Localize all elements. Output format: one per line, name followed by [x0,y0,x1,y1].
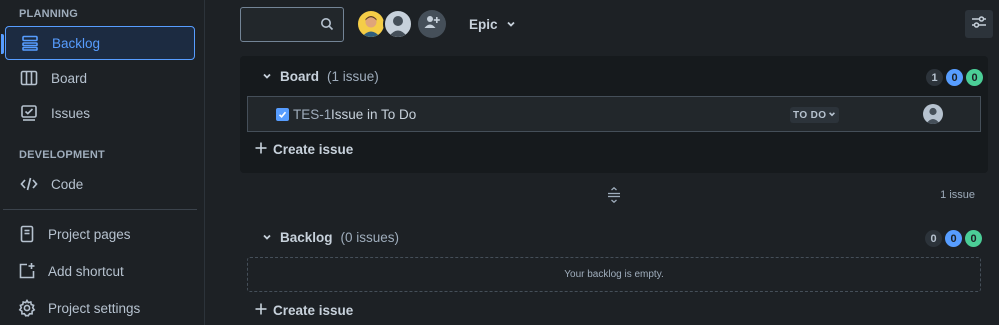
status-counts: 1 0 0 [926,69,983,86]
create-issue-button[interactable]: Create issue [255,303,353,318]
board-section-title: Board [280,69,320,84]
resize-handle-icon[interactable] [607,186,621,208]
backlog-main: Epic Board (1 issue) 1 0 0 TES-1 Issue i… [206,0,999,325]
in-progress-count-badge: 0 [946,69,963,86]
development-heading: DEVELOPMENT [19,149,105,161]
issue-summary[interactable]: Issue in To Do [331,107,416,122]
board-icon [19,68,39,88]
add-people-button[interactable] [418,10,446,38]
sidebar-item-label: Code [51,176,84,192]
sidebar-item-issues[interactable]: Issues [5,96,195,130]
code-icon [19,174,39,194]
empty-backlog-message: Your backlog is empty. [564,269,664,280]
issue-status-label: TO DO [793,109,827,121]
plus-icon [255,142,267,157]
in-progress-count-badge: 0 [945,230,962,247]
avatar[interactable] [356,9,386,39]
backlog-section-count: (0 issues) [340,230,400,245]
sidebar-item-code[interactable]: Code [5,167,195,201]
sidebar-item-board[interactable]: Board [5,61,195,95]
planning-heading: PLANNING [19,8,79,20]
sidebar-item-label: Project settings [48,300,141,316]
create-issue-label: Create issue [273,142,354,157]
status-counts: 0 0 0 [925,230,982,247]
create-issue-label: Create issue [273,303,354,318]
issue-row[interactable]: TES-1 Issue in To Do TO DO [247,96,981,132]
sidebar-item-backlog[interactable]: Backlog [1,26,195,60]
create-issue-button[interactable]: Create issue [255,142,353,157]
sidebar-item-label: Backlog [52,35,101,51]
sidebar-item-label: Issues [51,105,91,121]
gear-icon [17,298,37,318]
board-section-count: (1 issue) [327,69,379,84]
sidebar-item-add-shortcut[interactable]: Add shortcut [5,254,195,288]
issues-icon [19,103,39,123]
empty-backlog-dropzone: Your backlog is empty. [247,257,981,292]
epic-filter-label: Epic [469,16,498,32]
sidebar-item-project-pages[interactable]: Project pages [5,217,195,251]
sliders-icon [970,13,988,36]
backlog-icon [20,33,40,53]
add-person-icon [424,14,440,35]
plus-icon [255,303,267,318]
todo-count-badge: 0 [925,230,942,247]
chevron-down-icon [262,230,272,245]
chevron-down-icon [262,69,272,84]
task-type-icon [276,108,289,121]
sidebar-item-project-settings[interactable]: Project settings [5,291,195,325]
done-count-badge: 0 [965,230,982,247]
issue-key[interactable]: TES-1 [293,107,331,122]
search-input[interactable] [240,7,344,42]
page-icon [17,224,37,244]
backlog-section-title: Backlog [280,230,333,245]
board-section-header[interactable]: Board (1 issue) [262,69,379,84]
search-icon [320,17,334,36]
view-settings-button[interactable] [965,10,993,38]
sidebar: PLANNING Backlog Board Issues DEVELOPMEN… [0,0,205,325]
todo-count-badge: 1 [926,69,943,86]
sidebar-item-label: Board [51,70,88,86]
sidebar-divider [3,209,197,210]
epic-filter-dropdown[interactable]: Epic [461,10,524,38]
sidebar-item-label: Add shortcut [48,263,124,279]
add-shortcut-icon [17,261,37,281]
done-count-badge: 0 [966,69,983,86]
board-section: Board (1 issue) 1 0 0 TES-1 Issue in To … [240,56,988,173]
backlog-section-header[interactable]: Backlog (0 issues) [262,230,399,245]
issue-total-count: 1 issue [940,189,975,201]
issue-status-dropdown[interactable]: TO DO [790,107,840,123]
chevron-down-icon [506,17,516,32]
assignee-avatar[interactable] [923,104,943,124]
avatar[interactable] [383,9,413,39]
chevron-down-icon [828,110,836,121]
sidebar-item-label: Project pages [48,226,131,242]
